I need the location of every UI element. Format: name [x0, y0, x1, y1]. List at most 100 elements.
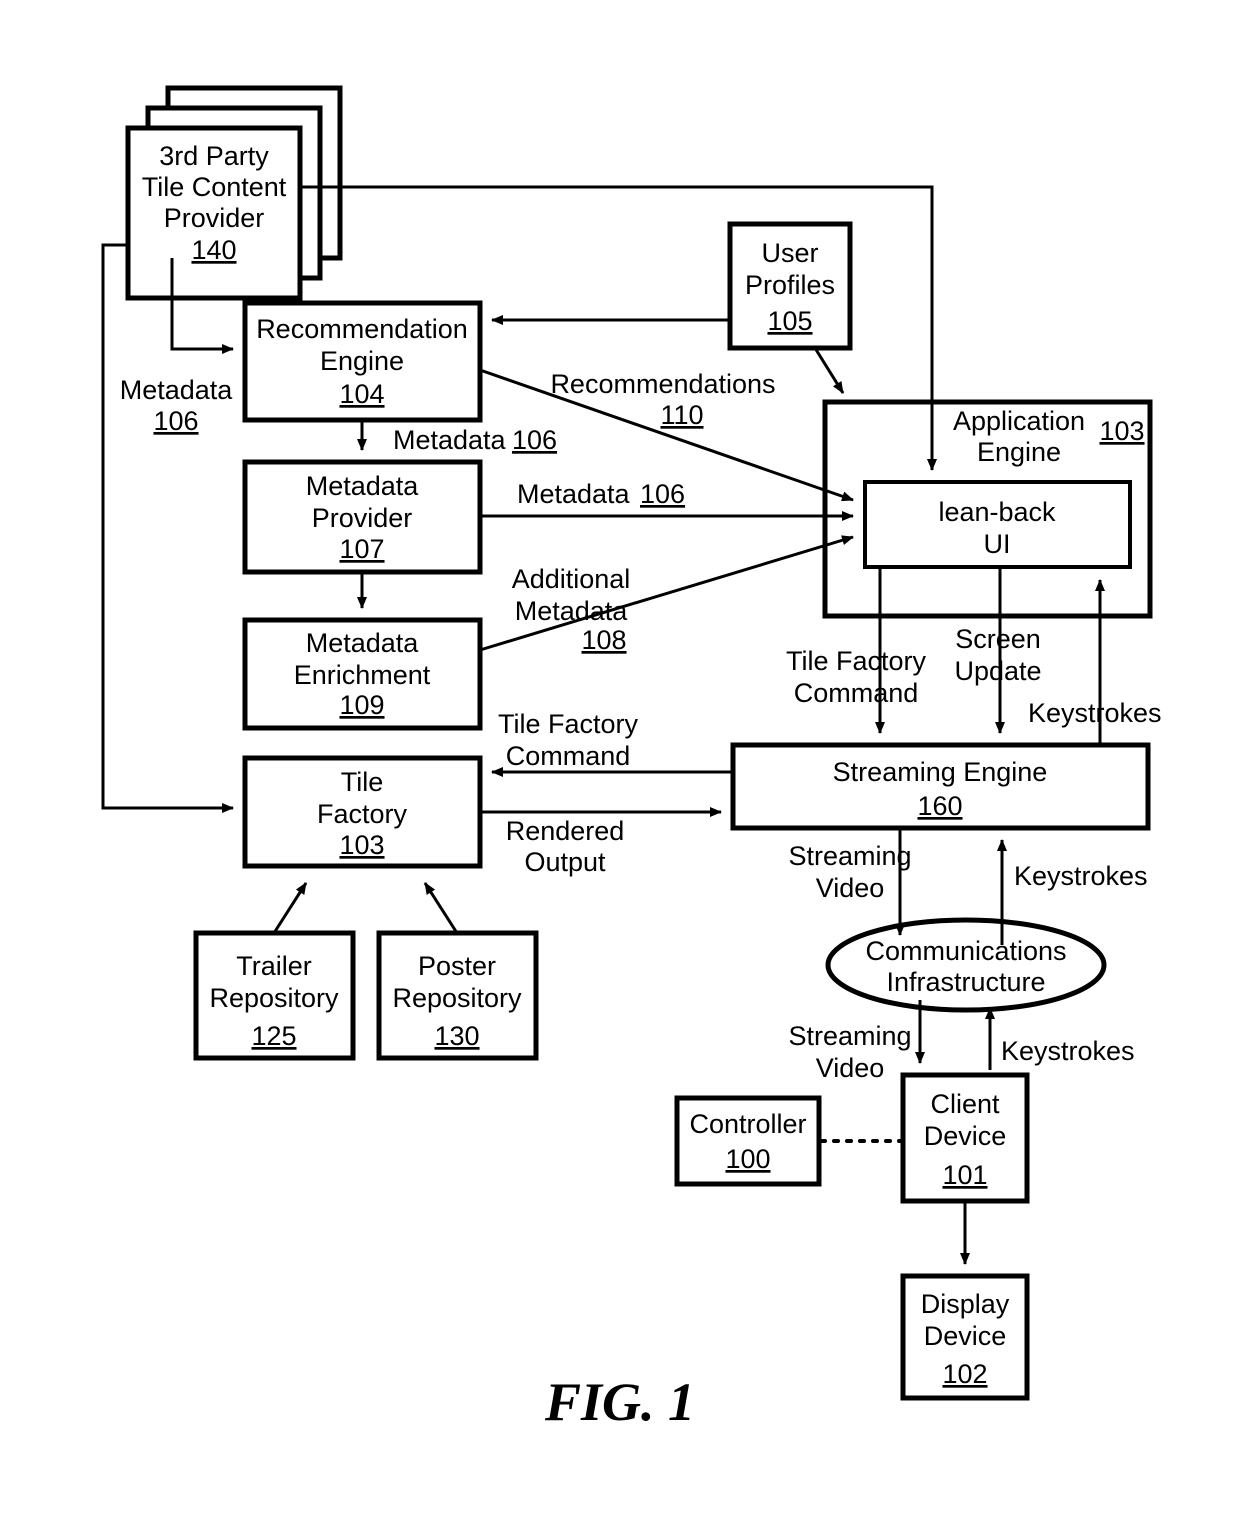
streaming-engine-ref: 160	[917, 791, 962, 821]
sv-lower-line1: Streaming	[788, 1021, 911, 1051]
additional-metadata-108-ref: 108	[581, 625, 626, 655]
controller-ref: 100	[725, 1144, 770, 1174]
label-streaming-video-lower: Streaming Video	[788, 1021, 911, 1083]
label-additional-metadata-108: Additional Metadata 108	[512, 564, 631, 655]
keystrokes-upper-line1: Keystrokes	[1014, 861, 1148, 891]
node-controller: Controller 100	[674, 1095, 822, 1187]
metadata-106-mid-line1: Metadata	[393, 425, 507, 455]
keystrokes-ui-line1: Keystrokes	[1028, 698, 1162, 728]
third-party-line1: 3rd Party	[159, 141, 269, 171]
node-tile-factory: Tile Factory 103	[242, 755, 483, 869]
edge-trailer-repository-to-tile-factory	[272, 882, 308, 934]
display-device-line1: Display	[921, 1289, 1010, 1319]
patent-figure-1: 3rd Party Tile Content Provider 140 Reco…	[0, 0, 1240, 1529]
streaming-engine-line1: Streaming Engine	[833, 757, 1048, 787]
node-display-device: Display Device 102	[900, 1273, 1030, 1401]
keystrokes-lower-line1: Keystrokes	[1001, 1036, 1135, 1066]
edge-poster-repository-to-tile-factory	[423, 882, 459, 934]
label-metadata-106-engine-to-provider: Metadata 106	[393, 425, 557, 455]
metadata-106-ui-ref: 106	[640, 479, 685, 509]
user-profiles-line1: User	[761, 238, 818, 268]
tile-factory-line2: Factory	[317, 799, 408, 829]
user-profiles-line2: Profiles	[745, 270, 835, 300]
tfc-right-line2: Command	[794, 678, 919, 708]
client-device-ref: 101	[942, 1160, 987, 1190]
label-metadata-106-provider-to-ui: Metadata 106	[517, 479, 685, 509]
user-profiles-ref: 105	[767, 306, 812, 336]
metadata-provider-line1: Metadata	[306, 471, 420, 501]
tfc-left-line2: Command	[506, 741, 631, 771]
screen-update-line2: Update	[954, 656, 1041, 686]
label-streaming-video-upper: Streaming Video	[788, 841, 911, 903]
node-recommendation-engine: Recommendation Engine 104	[242, 300, 483, 423]
sv-lower-line2: Video	[816, 1053, 885, 1083]
third-party-ref: 140	[191, 235, 236, 265]
label-recommendations-110: Recommendations 110	[550, 369, 775, 430]
recommendation-engine-ref: 104	[339, 379, 384, 409]
edge-third-party-to-tile-factory	[101, 243, 234, 813]
edge-user-profiles-to-application-engine	[813, 347, 845, 394]
node-metadata-enrichment: Metadata Enrichment 109	[242, 617, 483, 731]
metadata-enrichment-ref: 109	[339, 690, 384, 720]
lean-back-ui-line1: lean-back	[938, 497, 1056, 527]
recommendation-engine-line2: Engine	[320, 346, 404, 376]
communications-infrastructure-line1: Communications	[865, 936, 1066, 966]
display-device-line2: Device	[924, 1321, 1007, 1351]
tfc-right-line1: Tile Factory	[786, 646, 927, 676]
application-engine-line1: Application	[953, 406, 1085, 436]
rendered-output-line1: Rendered	[506, 816, 625, 846]
recommendation-engine-line1: Recommendation	[256, 314, 468, 344]
poster-repository-line1: Poster	[418, 951, 496, 981]
node-trailer-repository: Trailer Repository 125	[193, 930, 356, 1061]
label-keystrokes-ui: Keystrokes	[1028, 698, 1162, 728]
sv-upper-line1: Streaming	[788, 841, 911, 871]
metadata-provider-line2: Provider	[312, 503, 413, 533]
rendered-output-line2: Output	[524, 847, 606, 877]
trailer-repository-line1: Trailer	[236, 951, 312, 981]
metadata-106-left-ref: 106	[153, 406, 198, 436]
node-streaming-engine: Streaming Engine 160	[730, 742, 1151, 831]
metadata-106-left-line1: Metadata	[120, 375, 234, 405]
label-tile-factory-command-left: Tile Factory Command	[498, 709, 639, 771]
poster-repository-line2: Repository	[392, 983, 522, 1013]
tfc-left-line1: Tile Factory	[498, 709, 639, 739]
tile-factory-line1: Tile	[341, 767, 384, 797]
metadata-enrichment-line1: Metadata	[306, 628, 420, 658]
metadata-provider-ref: 107	[339, 534, 384, 564]
poster-repository-ref: 130	[434, 1021, 479, 1051]
trailer-repository-line2: Repository	[209, 983, 339, 1013]
tile-factory-ref: 103	[339, 830, 384, 860]
application-engine-ref: 103	[1099, 416, 1144, 446]
figure-caption: FIG. 1	[544, 1372, 695, 1432]
label-keystrokes-lower: Keystrokes	[1001, 1036, 1135, 1066]
metadata-106-ui-line1: Metadata	[517, 479, 631, 509]
label-screen-update: Screen Update	[954, 624, 1041, 686]
display-device-ref: 102	[942, 1359, 987, 1389]
label-keystrokes-upper: Keystrokes	[1014, 861, 1148, 891]
client-device-line1: Client	[930, 1089, 1000, 1119]
controller-line1: Controller	[689, 1109, 806, 1139]
label-rendered-output: Rendered Output	[506, 816, 625, 877]
label-metadata-106-left: Metadata 106	[120, 375, 234, 436]
trailer-repository-ref: 125	[251, 1021, 296, 1051]
metadata-106-mid-ref: 106	[512, 425, 557, 455]
sv-upper-line2: Video	[816, 873, 885, 903]
lean-back-ui-line2: UI	[984, 529, 1011, 559]
additional-metadata-108-line1: Additional	[512, 564, 631, 594]
additional-metadata-108-line2: Metadata	[515, 596, 629, 626]
node-third-party-tile-content-provider: 3rd Party Tile Content Provider 140	[125, 85, 343, 301]
communications-infrastructure-line2: Infrastructure	[886, 967, 1045, 997]
node-communications-infrastructure: Communications Infrastructure	[825, 917, 1107, 1013]
client-device-line2: Device	[924, 1121, 1007, 1151]
node-poster-repository: Poster Repository 130	[376, 930, 539, 1061]
third-party-line2: Tile Content	[142, 172, 287, 202]
metadata-enrichment-line2: Enrichment	[294, 660, 431, 690]
third-party-line3: Provider	[164, 203, 265, 233]
application-engine-line2: Engine	[977, 437, 1061, 467]
screen-update-line1: Screen	[955, 624, 1041, 654]
recommendations-110-ref: 110	[660, 400, 703, 430]
label-tile-factory-command-right: Tile Factory Command	[786, 646, 927, 708]
node-user-profiles: User Profiles 105	[727, 221, 853, 351]
node-client-device: Client Device 101	[900, 1072, 1030, 1204]
node-metadata-provider: Metadata Provider 107	[242, 459, 483, 575]
